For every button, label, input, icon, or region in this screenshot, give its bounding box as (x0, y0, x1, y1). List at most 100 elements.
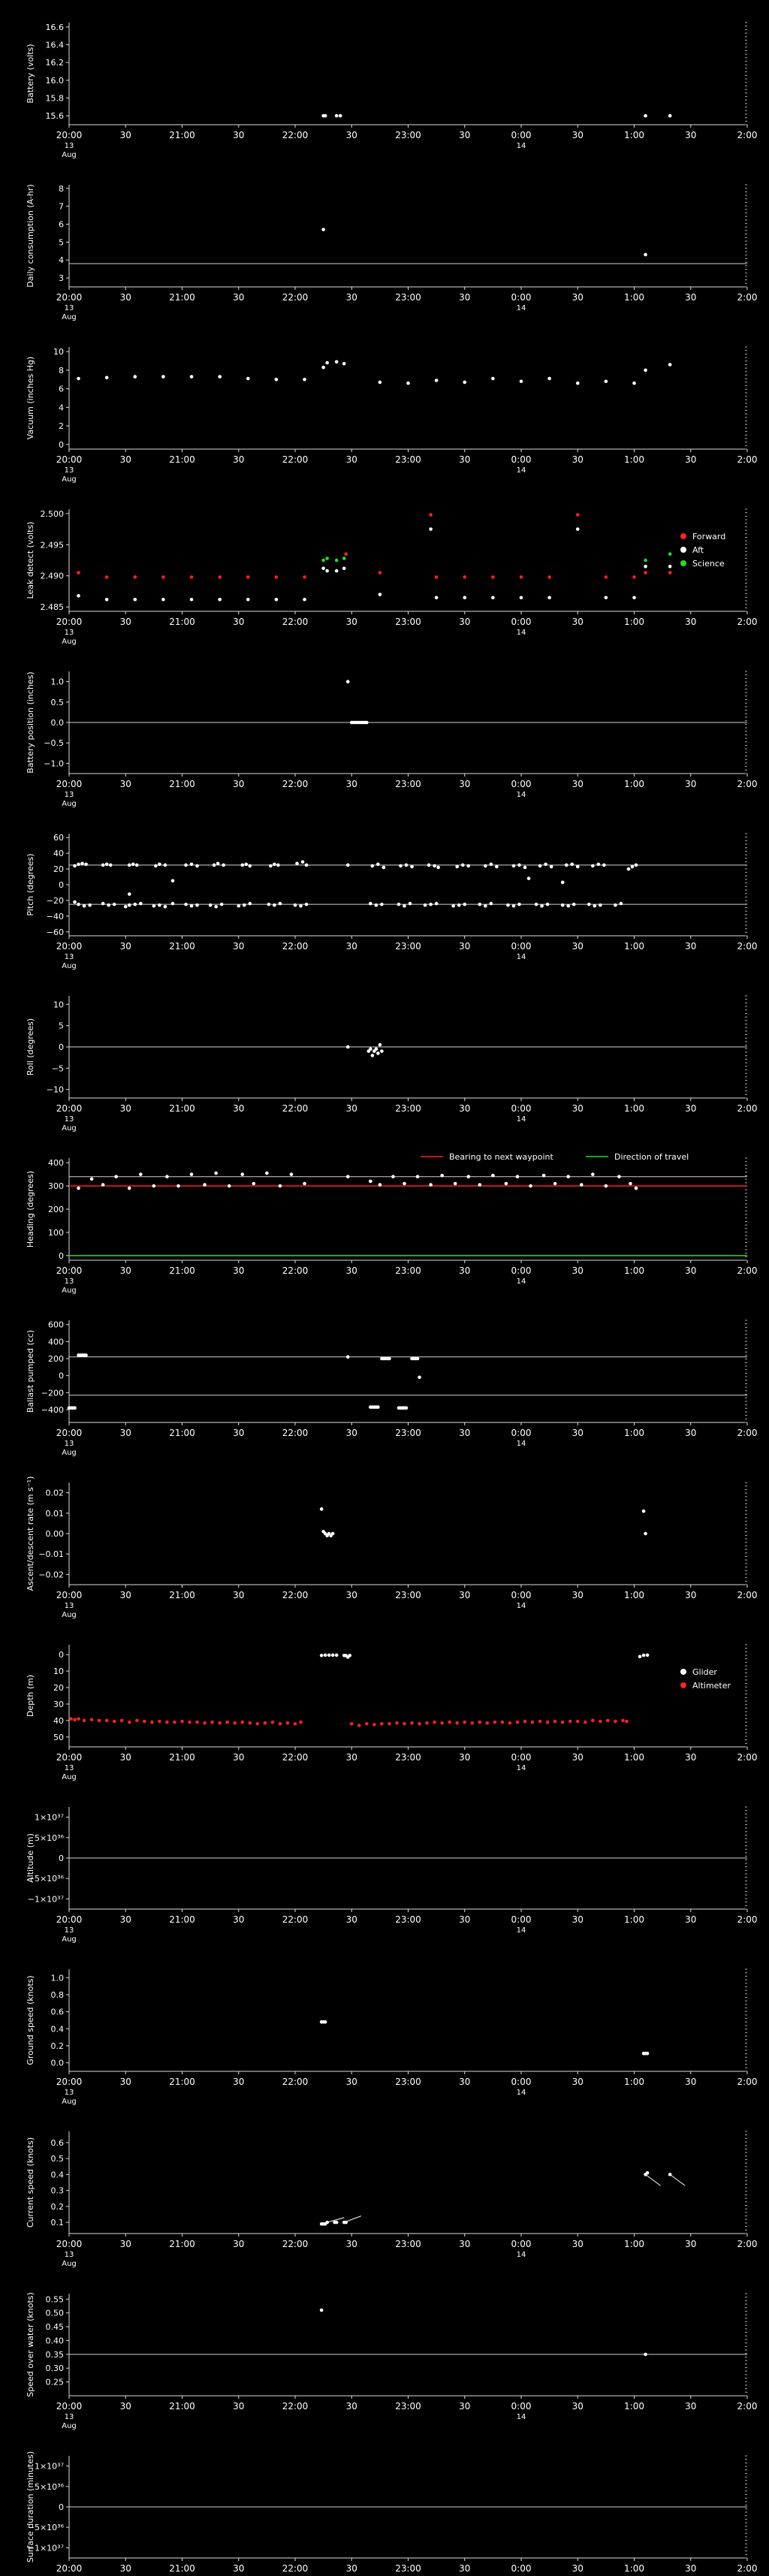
data-point (189, 375, 194, 379)
x-tick-label: 21:00 (169, 1590, 195, 1600)
x-tick-label: 30 (120, 1428, 131, 1438)
data-point (101, 1183, 105, 1187)
data-point (644, 2352, 647, 2357)
y-axis-label: Battery position (inches) (26, 671, 35, 773)
data-point (604, 575, 608, 579)
x-tick-label: 0:00 (511, 779, 532, 789)
y-tick-label: 0 (59, 1042, 64, 1052)
x-tick-label: 1:00 (624, 2401, 644, 2412)
y-tick-label: 16.6 (46, 23, 65, 32)
data-point (323, 1653, 327, 1658)
y-tick-label: 0.30 (46, 2363, 65, 2373)
data-point (614, 1719, 617, 1724)
chart-panel-depth: 0 10 20 30 40 50 20:0013Aug 30 21:00 30 22:00 30 23:… (26, 1644, 757, 1781)
x-tick-label: 23:00 (395, 130, 421, 140)
data-point (208, 903, 213, 907)
x-tick-sublabel: Aug (62, 313, 77, 321)
x-tick-label: 20:00 (56, 1590, 83, 1600)
data-point (632, 575, 636, 579)
y-tick-label: 0 (59, 1854, 64, 1863)
y-tick-label: −20 (47, 896, 64, 906)
chart-panel-consumption: 3 4 5 6 7 8 20:0013Aug 30 21:00 30 22:00 30 23:00 30 0… (26, 184, 757, 321)
data-point (404, 863, 409, 867)
data-point (319, 1653, 324, 1658)
data-point (276, 863, 280, 867)
x-tick-label: 30 (572, 1590, 584, 1600)
x-tick-label: 30 (459, 130, 470, 140)
x-tick-label: 22:00 (282, 292, 309, 303)
data-point (334, 569, 339, 573)
data-point (97, 1718, 101, 1723)
x-tick-label: 30 (120, 1752, 131, 1763)
data-point (478, 1720, 482, 1724)
data-point (218, 1721, 222, 1725)
data-point (84, 1353, 88, 1357)
x-tick-label: 1:00 (624, 1265, 644, 1276)
y-tick-label: 0.6 (51, 2138, 65, 2148)
x-tick-label: 30 (572, 1103, 584, 1114)
y-tick-label: 0.6 (51, 2007, 65, 2017)
data-point (189, 903, 194, 908)
data-point (566, 1175, 571, 1179)
data-point (515, 1175, 520, 1179)
data-point (644, 113, 647, 118)
x-tick-sublabel: Aug (62, 1124, 77, 1133)
data-point (133, 375, 137, 379)
data-point (345, 1355, 350, 1359)
data-point (579, 1183, 584, 1187)
data-point (547, 575, 551, 579)
legend-marker (680, 1669, 686, 1675)
data-point (511, 864, 516, 868)
data-point (127, 903, 131, 907)
data-point (158, 862, 161, 867)
data-point (133, 575, 137, 579)
y-tick-label: 1×10³⁷ (35, 1813, 64, 1823)
x-tick-label: 30 (572, 617, 584, 627)
y-tick-label: 15.8 (46, 94, 65, 104)
data-point (429, 1183, 433, 1187)
x-tick-label: 30 (685, 941, 696, 952)
x-tick-label: 21:00 (169, 2401, 195, 2412)
data-point (289, 1172, 294, 1176)
x-tick-label: 30 (572, 2563, 584, 2574)
x-tick-label: 30 (572, 941, 584, 952)
x-tick-label: 30 (685, 1752, 696, 1763)
data-point (410, 864, 414, 869)
x-tick-label: 21:00 (169, 292, 195, 303)
x-tick-label: 21:00 (169, 1914, 195, 1925)
x-tick-label: 30 (120, 2077, 131, 2087)
x-tick-label: 0:00 (511, 941, 532, 952)
x-tick-label: 22:00 (282, 1914, 309, 1925)
y-tick-label: 5×10³⁶ (35, 2482, 65, 2492)
x-tick-label: 30 (346, 2563, 357, 2574)
x-tick-sublabel: Aug (62, 151, 77, 159)
chart-panel-roll: −10 −5 0 5 10 20:0013Aug 30 21:00 30 22:00 30 23:00… (26, 995, 757, 1133)
x-tick-label: 23:00 (395, 292, 421, 303)
x-tick-label: 30 (120, 2563, 131, 2574)
y-axis-label: Roll (degrees) (26, 1018, 35, 1075)
x-tick-label: 30 (685, 779, 696, 789)
data-point (242, 903, 246, 907)
data-point (575, 513, 580, 517)
y-tick-label: 300 (48, 1181, 64, 1191)
data-point (89, 1177, 94, 1181)
data-point (349, 1721, 354, 1726)
y-tick-label: −5 (52, 1063, 64, 1073)
x-tick-label: 0:00 (511, 1590, 532, 1600)
x-tick-label: 22:00 (282, 2401, 309, 2412)
data-point (248, 1721, 252, 1725)
x-tick-sublabel: 14 (517, 629, 526, 637)
data-point (77, 902, 80, 906)
x-tick-label: 22:00 (282, 2239, 309, 2249)
data-point (484, 903, 487, 908)
x-tick-label: 30 (120, 1590, 131, 1600)
data-point (214, 1171, 218, 1175)
data-point (240, 1720, 245, 1724)
data-point (104, 1718, 109, 1723)
chart-panel-battpos: −1.0 −0.5 0.0 0.5 1.0 20:00 13Aug 30 21:00 30 22:0… (26, 671, 757, 808)
data-point (491, 1173, 495, 1178)
data-point (403, 1181, 406, 1186)
data-point (203, 1183, 207, 1187)
data-point (564, 863, 568, 867)
x-tick-label: 30 (572, 1914, 584, 1925)
